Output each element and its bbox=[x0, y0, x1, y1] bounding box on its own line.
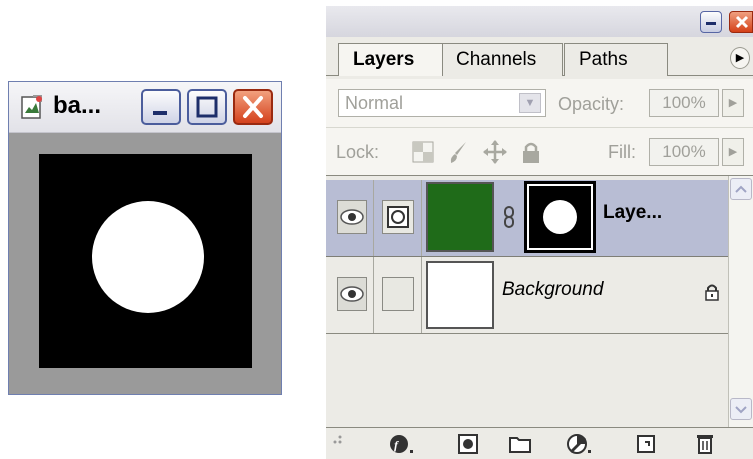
maximize-icon bbox=[196, 96, 218, 118]
layer-link-cell bbox=[374, 180, 422, 256]
mask-indicator-icon bbox=[387, 206, 409, 228]
lock-icon bbox=[705, 284, 719, 301]
eye-icon bbox=[340, 286, 364, 302]
opacity-field[interactable]: 100% bbox=[649, 89, 719, 117]
layer-mask-indicator[interactable] bbox=[382, 200, 414, 234]
layer-name[interactable]: Background bbox=[502, 279, 603, 301]
minimize-icon bbox=[706, 22, 716, 25]
layer-thumbnail[interactable] bbox=[426, 182, 494, 252]
layers-panel: Layers Channels Paths ▶ Normal ▼ Opacity… bbox=[326, 6, 753, 459]
white-circle-shape bbox=[92, 201, 204, 313]
add-mask-icon[interactable] bbox=[454, 433, 482, 455]
panel-minimize-button[interactable] bbox=[700, 11, 722, 33]
visibility-cell bbox=[332, 257, 374, 333]
lock-transparent-pixels-icon[interactable] bbox=[410, 139, 436, 165]
visibility-toggle[interactable] bbox=[337, 277, 367, 311]
tab-layers[interactable]: Layers bbox=[338, 43, 443, 76]
panel-menu-button[interactable]: ▶ bbox=[730, 47, 750, 69]
layer-name[interactable]: Laye... bbox=[603, 202, 662, 224]
panel-close-button[interactable] bbox=[729, 11, 753, 33]
eye-icon bbox=[340, 209, 364, 225]
trash-icon[interactable] bbox=[691, 433, 719, 455]
panel-tabs: Layers Channels Paths ▶ bbox=[326, 37, 753, 79]
layer-row-background[interactable]: Background bbox=[326, 257, 728, 334]
close-button[interactable] bbox=[233, 89, 273, 125]
panel-titlebar[interactable] bbox=[326, 6, 753, 37]
mask-circle-shape bbox=[543, 200, 577, 234]
layers-scrollbar[interactable] bbox=[728, 176, 753, 428]
tab-channels[interactable]: Channels bbox=[441, 43, 563, 76]
lock-position-icon[interactable] bbox=[482, 139, 508, 165]
layers-list: Laye... Background bbox=[326, 175, 753, 428]
lock-label: Lock: bbox=[336, 142, 380, 162]
photoshop-document-icon bbox=[21, 95, 42, 119]
chain-link-icon[interactable] bbox=[502, 206, 516, 228]
add-layer-style-icon[interactable]: f bbox=[388, 433, 416, 455]
document-canvas[interactable] bbox=[39, 154, 252, 368]
tab-paths[interactable]: Paths bbox=[564, 43, 668, 76]
chevron-down-icon bbox=[735, 406, 747, 414]
lock-all-icon[interactable] bbox=[518, 139, 544, 165]
visibility-cell bbox=[332, 180, 374, 256]
minimize-button[interactable] bbox=[141, 89, 181, 125]
panel-bottom-toolbar: f bbox=[326, 427, 753, 459]
background-thumbnail[interactable] bbox=[426, 261, 494, 329]
minimize-icon bbox=[153, 111, 167, 115]
layer-row-layer1[interactable]: Laye... bbox=[326, 180, 728, 257]
close-icon bbox=[735, 15, 749, 29]
fill-field[interactable]: 100% bbox=[649, 138, 719, 166]
maximize-button[interactable] bbox=[187, 89, 227, 125]
document-window: ba... bbox=[8, 81, 282, 395]
new-layer-icon[interactable] bbox=[632, 433, 660, 455]
fill-slider-arrow-icon[interactable]: ▶ bbox=[722, 138, 744, 166]
new-group-icon[interactable] bbox=[506, 433, 534, 455]
blend-mode-select[interactable]: Normal ▼ bbox=[338, 89, 546, 117]
panel-menu-arrow-icon: ▶ bbox=[735, 52, 745, 64]
document-title: ba... bbox=[53, 92, 102, 119]
adjustment-layer-icon[interactable] bbox=[566, 433, 594, 455]
opacity-slider-arrow-icon[interactable]: ▶ bbox=[722, 89, 744, 117]
scroll-down-button[interactable] bbox=[730, 398, 752, 420]
resize-grip-icon[interactable] bbox=[326, 428, 344, 446]
visibility-toggle[interactable] bbox=[337, 200, 367, 234]
blend-options-row: Normal ▼ Opacity: 100% ▶ bbox=[326, 79, 753, 127]
blend-mode-value: Normal bbox=[345, 93, 404, 113]
close-icon bbox=[243, 96, 263, 118]
lock-image-pixels-icon[interactable] bbox=[446, 139, 472, 165]
layer-link-toggle[interactable] bbox=[382, 277, 414, 311]
opacity-label: Opacity: bbox=[558, 94, 625, 114]
document-titlebar[interactable]: ba... bbox=[9, 82, 281, 133]
layer-link-cell bbox=[374, 257, 422, 333]
lock-options-row: Lock: Fill: 100% ▶ bbox=[326, 127, 753, 176]
fill-label: Fill: bbox=[608, 142, 636, 162]
scroll-up-button[interactable] bbox=[730, 178, 752, 200]
chevron-up-icon bbox=[735, 185, 747, 193]
chevron-down-icon[interactable]: ▼ bbox=[519, 93, 541, 113]
layer-mask-thumbnail[interactable] bbox=[524, 181, 596, 253]
